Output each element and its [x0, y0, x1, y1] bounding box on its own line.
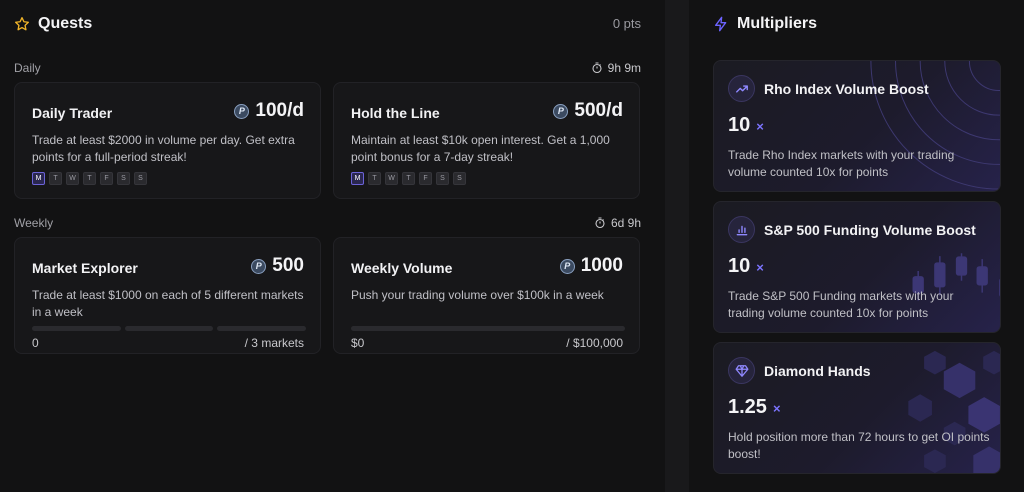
progress-track — [351, 326, 625, 331]
quest-name: Weekly Volume — [351, 260, 453, 276]
day-sun: S — [453, 172, 466, 185]
multiplier-name: Rho Index Volume Boost — [764, 81, 929, 97]
day-tue: T — [49, 172, 62, 185]
stopwatch-icon — [595, 217, 605, 229]
multiplier-value: 10 × — [728, 114, 764, 137]
daily-timer-text: 9h 9m — [607, 61, 641, 75]
multiplier-card-diamond-hands[interactable]: Diamond Hands 1.25 × Hold position more … — [713, 342, 1001, 474]
multiplier-description: Hold position more than 72 hours to get … — [728, 430, 990, 461]
multiplier-card-rho-index[interactable]: Rho Index Volume Boost 10 × Trade Rho In… — [713, 60, 1001, 192]
quest-card-hold-the-line[interactable]: Hold the Line P 500/d Maintain at least … — [333, 82, 640, 199]
quests-title: Quests — [38, 15, 93, 32]
progress-current: $0 — [351, 336, 365, 350]
diamond-icon — [728, 357, 755, 384]
multiplier-value: 10 × — [728, 255, 764, 278]
multiplier-card-sp500-funding[interactable]: S&P 500 Funding Volume Boost 10 × Trade … — [713, 201, 1001, 333]
star-icon — [15, 17, 29, 31]
quest-name: Market Explorer — [32, 260, 138, 276]
weekly-label: Weekly — [14, 216, 54, 230]
quest-description: Trade at least $2000 in volume per day. … — [32, 133, 295, 164]
quest-card-market-explorer[interactable]: Market Explorer P 500 Trade at least $10… — [14, 237, 321, 354]
multiplier-suffix: × — [756, 119, 764, 134]
trend-up-icon — [728, 75, 755, 102]
day-thu: T — [83, 172, 96, 185]
bar-chart-icon — [728, 216, 755, 243]
points-coin-icon: P — [251, 258, 267, 274]
progress-current: 0 — [32, 336, 39, 350]
progress-target: / $100,000 — [566, 336, 623, 350]
quest-points-value: 500 — [272, 255, 304, 276]
day-wed: W — [385, 172, 398, 185]
multiplier-name: Diamond Hands — [764, 363, 871, 379]
quest-description: Maintain at least $10k open interest. Ge… — [351, 133, 610, 164]
day-sun: S — [134, 172, 147, 185]
progress-bar — [351, 326, 625, 331]
quest-points: P 1000 — [559, 255, 623, 277]
multipliers-header: Multipliers — [713, 15, 817, 33]
multipliers-title: Multipliers — [737, 15, 818, 32]
daily-label: Daily — [14, 61, 41, 75]
multiplier-description: Trade S&P 500 Funding markets with your … — [728, 289, 954, 320]
progress-segment — [124, 326, 214, 331]
total-points: 0 pts — [612, 16, 641, 31]
daily-timer: 9h 9m — [591, 61, 641, 75]
quest-points: P 100/d — [234, 100, 304, 122]
day-mon: M — [351, 172, 364, 185]
progress-bar — [32, 326, 307, 331]
quest-name: Daily Trader — [32, 105, 113, 121]
multiplier-number: 1.25 — [728, 396, 767, 418]
streak-days: M T W T F S S — [32, 172, 147, 185]
quest-points-value: 1000 — [580, 255, 623, 276]
day-mon: M — [32, 172, 45, 185]
progress-target: / 3 markets — [244, 336, 304, 350]
quest-points-value: 100/d — [255, 100, 304, 121]
quest-points: P 500 — [251, 255, 304, 277]
quests-panel: Quests 0 pts Daily 9h 9m Daily Trader P … — [0, 0, 665, 492]
multiplier-number: 10 — [728, 114, 751, 136]
panel-divider — [665, 0, 689, 492]
multiplier-suffix: × — [772, 401, 781, 416]
quest-points-value: 500/d — [574, 100, 623, 121]
weekly-timer-text: 6d 9h — [610, 216, 641, 230]
quest-description: Trade at least $1000 on each of 5 differ… — [32, 288, 304, 319]
quest-points: P 500/d — [553, 100, 623, 122]
day-wed: W — [66, 172, 79, 185]
multiplier-description: Trade Rho Index markets with your tradin… — [728, 148, 955, 179]
day-sat: S — [117, 172, 130, 185]
multiplier-number: 10 — [728, 255, 751, 277]
quest-description: Push your trading volume over $100k in a… — [351, 288, 604, 302]
progress-segment — [32, 326, 121, 331]
day-thu: T — [402, 172, 415, 185]
points-coin-icon: P — [553, 103, 569, 119]
weekly-timer: 6d 9h — [594, 216, 641, 230]
quests-header: Quests — [14, 15, 92, 33]
multiplier-name: S&P 500 Funding Volume Boost — [764, 222, 976, 238]
day-fri: F — [419, 172, 432, 185]
points-coin-icon: P — [234, 103, 250, 119]
progress-segment — [217, 326, 307, 331]
day-sat: S — [436, 172, 449, 185]
multipliers-panel: Multipliers Rho Index Volume Boost 10 × … — [689, 0, 1024, 492]
multiplier-suffix: × — [756, 260, 764, 275]
stopwatch-icon — [592, 62, 602, 74]
points-coin-icon: P — [559, 258, 575, 274]
day-fri: F — [100, 172, 113, 185]
quest-card-weekly-volume[interactable]: Weekly Volume P 1000 Push your trading v… — [333, 237, 640, 354]
streak-days: M T W T F S S — [351, 172, 466, 185]
quest-name: Hold the Line — [351, 105, 440, 121]
multiplier-value: 1.25 × — [728, 396, 781, 419]
quest-card-daily-trader[interactable]: Daily Trader P 100/d Trade at least $200… — [14, 82, 321, 199]
lightning-icon — [715, 16, 727, 32]
day-tue: T — [368, 172, 381, 185]
